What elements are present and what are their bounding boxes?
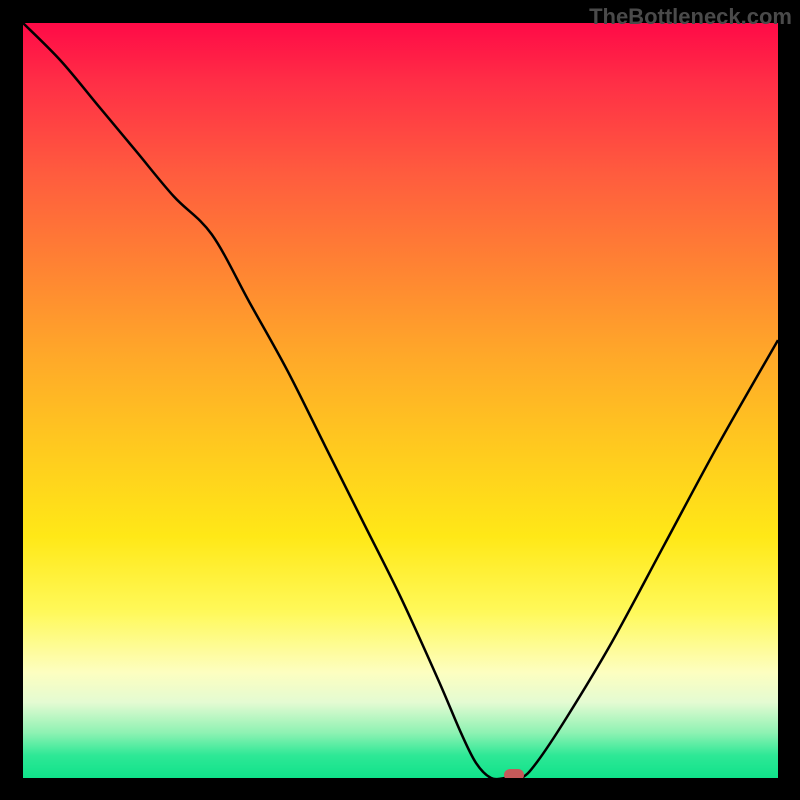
plot-area	[23, 23, 778, 778]
bottleneck-curve	[23, 23, 778, 778]
optimal-point-marker	[504, 769, 524, 778]
watermark-text: TheBottleneck.com	[589, 4, 792, 30]
chart-container: TheBottleneck.com	[0, 0, 800, 800]
